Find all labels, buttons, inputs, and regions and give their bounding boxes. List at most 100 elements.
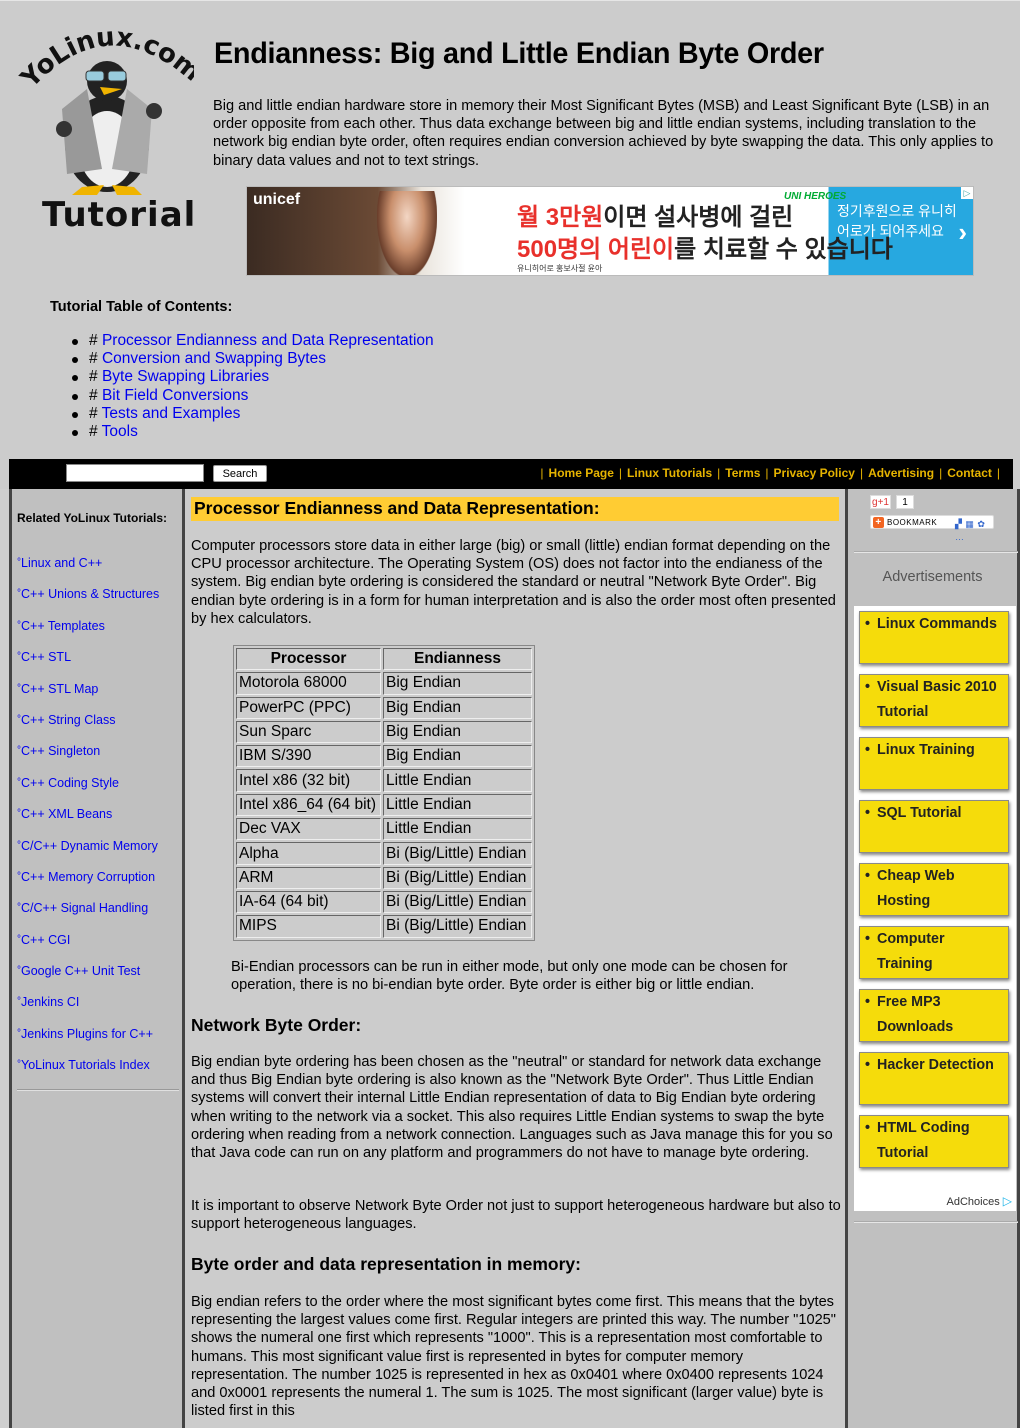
related-link[interactable]: C/C++ Dynamic Memory	[21, 839, 158, 853]
table-row: IBM S/390 Big Endian	[236, 745, 532, 768]
sidebar-divider	[854, 551, 1018, 553]
plus-icon: +	[873, 517, 884, 528]
endianness-cell: Big Endian	[383, 720, 532, 744]
sidebar-divider	[17, 1089, 179, 1091]
list-item: °C++ Unions & Structures	[17, 586, 159, 617]
ad-link[interactable]: Hacker Detection	[859, 1052, 1009, 1105]
related-link[interactable]: C++ Coding Style	[21, 776, 119, 790]
anchor-hash[interactable]: #	[89, 350, 98, 367]
related-link[interactable]: C++ CGI	[21, 933, 70, 947]
related-link[interactable]: C++ Templates	[21, 619, 105, 633]
ad-cta-text: 정기후원으로 유니히어로가 되어주세요	[837, 203, 957, 239]
ad-headline-1: 월 3만원이면 설사병에 걸린	[517, 197, 793, 232]
related-link[interactable]: C++ STL Map	[21, 682, 98, 696]
table-row: Motorola 68000 Big Endian	[236, 672, 532, 695]
bookmark-label: BOOKMARK	[887, 518, 938, 527]
list-item: °C/C++ Dynamic Memory	[17, 838, 159, 869]
related-tutorials-heading: Related YoLinux Tutorials:	[17, 511, 168, 525]
ad-link[interactable]: Free MP3 Downloads	[859, 989, 1009, 1042]
related-link[interactable]: C++ Unions & Structures	[21, 587, 159, 601]
toc-link[interactable]: Conversion and Swapping Bytes	[102, 350, 326, 367]
adchoices-icon: ▷	[1002, 1194, 1012, 1208]
anchor-hash[interactable]: #	[89, 332, 98, 349]
list-item: °C++ Coding Style	[17, 775, 159, 806]
related-link[interactable]: C++ String Class	[21, 713, 115, 727]
table-row: MIPS Bi (Big/Little) Endian	[236, 915, 532, 938]
toc-link[interactable]: Tests and Examples	[102, 405, 241, 422]
google-plus-button[interactable]: g+1	[870, 495, 891, 509]
related-link[interactable]: Jenkins CI	[21, 995, 79, 1009]
google-plus-count: 1	[896, 495, 914, 509]
table-row: PowerPC (PPC) Big Endian	[236, 696, 532, 719]
ad-headline-2-highlight: 500명의 어린이	[517, 236, 675, 263]
endianness-cell: Bi (Big/Little) Endian	[383, 842, 532, 865]
toc-item: # Processor Endianness and Data Represen…	[72, 332, 434, 350]
unicef-logo: unicef	[253, 191, 301, 208]
ad-portrait-image	[377, 191, 437, 275]
processor-cell: MIPS	[236, 915, 381, 938]
ad-info-icon[interactable]: ▷	[961, 187, 973, 199]
toc-item: # Tools	[72, 423, 434, 441]
related-link[interactable]: Google C++ Unit Test	[21, 964, 140, 978]
ad-link[interactable]: Visual Basic 2010 Tutorial	[859, 674, 1009, 727]
toc-link[interactable]: Bit Field Conversions	[102, 387, 248, 404]
yolinux-logo[interactable]: YoLinux.com Tutorial	[14, 19, 196, 235]
adchoices-label: AdChoices	[946, 1196, 1000, 1208]
related-link[interactable]: C++ Singleton	[21, 744, 100, 758]
related-link[interactable]: C++ Memory Corruption	[21, 870, 155, 884]
list-item: °C++ STL	[17, 649, 159, 680]
anchor-hash[interactable]: #	[89, 387, 98, 404]
ad-link[interactable]: Computer Training	[859, 926, 1009, 979]
nav-link-linux-tutorials[interactable]: Linux Tutorials	[627, 466, 712, 480]
nav-link-advertising[interactable]: Advertising	[868, 466, 934, 480]
toc-item: # Tests and Examples	[72, 405, 434, 423]
list-item: °YoLinux Tutorials Index	[17, 1057, 159, 1088]
nav-link-privacy-policy[interactable]: Privacy Policy	[774, 466, 855, 480]
related-link[interactable]: C++ XML Beans	[21, 807, 112, 821]
nav-link-home-page[interactable]: Home Page	[549, 466, 614, 480]
anchor-hash[interactable]: #	[89, 368, 98, 385]
ad-link[interactable]: Linux Commands	[859, 611, 1009, 664]
toc-link[interactable]: Tools	[102, 423, 138, 440]
related-link[interactable]: C++ STL	[21, 650, 71, 664]
list-item: °C++ Templates	[17, 618, 159, 649]
endianness-cell: Big Endian	[383, 672, 532, 695]
endianness-cell: Bi (Big/Little) Endian	[383, 866, 532, 889]
toc-link[interactable]: Byte Swapping Libraries	[102, 368, 269, 385]
toc-link[interactable]: Processor Endianness and Data Representa…	[102, 332, 434, 349]
table-row: Sun Sparc Big Endian	[236, 720, 532, 744]
related-link[interactable]: YoLinux Tutorials Index	[21, 1058, 150, 1072]
search-button[interactable]: Search	[213, 465, 267, 482]
page-gutter	[0, 489, 9, 1428]
bookmark-button[interactable]: + BOOKMARK ▞ ▦ ✿ …	[870, 515, 994, 542]
processor-cell: IA-64 (64 bit)	[236, 890, 381, 914]
table-row: ARM Bi (Big/Little) Endian	[236, 866, 532, 889]
list-item: °Linux and C++	[17, 555, 159, 586]
processor-cell: PowerPC (PPC)	[236, 696, 381, 719]
related-link[interactable]: Linux and C++	[21, 556, 102, 570]
nav-link-contact[interactable]: Contact	[947, 466, 992, 480]
anchor-hash[interactable]: #	[89, 405, 98, 422]
section-heading-byte-order-memory: Byte order and data representation in me…	[191, 1254, 581, 1274]
nav-separator: |	[618, 466, 623, 480]
adchoices-link[interactable]: AdChoices ▷	[947, 1194, 1013, 1208]
ad-link[interactable]: HTML Coding Tutorial	[859, 1115, 1009, 1168]
section1-paragraph: Computer processors store data in either…	[191, 538, 836, 627]
banner-ad[interactable]: unicef 월 3만원이면 설사병에 걸린 500명의 어린이를 치료할 수 …	[246, 186, 974, 276]
search-input[interactable]	[66, 464, 204, 482]
processor-cell: Motorola 68000	[236, 672, 381, 695]
table-row: IA-64 (64 bit) Bi (Big/Little) Endian	[236, 890, 532, 914]
ad-link[interactable]: Linux Training	[859, 737, 1009, 790]
page-title: Endianness: Big and Little Endian Byte O…	[214, 37, 824, 70]
ad-link[interactable]: Cheap Web Hosting	[859, 863, 1009, 916]
toc-item: # Byte Swapping Libraries	[72, 368, 434, 386]
nav-separator: |	[540, 466, 544, 480]
related-link[interactable]: C/C++ Signal Handling	[21, 901, 148, 915]
list-item: °C++ STL Map	[17, 681, 159, 712]
ad-link[interactable]: SQL Tutorial	[859, 800, 1009, 853]
related-link[interactable]: Jenkins Plugins for C++	[21, 1027, 153, 1041]
nav-link-terms[interactable]: Terms	[725, 466, 760, 480]
anchor-hash[interactable]: #	[89, 423, 98, 440]
table-row: Intel x86_64 (64 bit) Little Endian	[236, 793, 532, 817]
ad-caption: 유니히어로 홍보사절 윤아	[517, 264, 603, 273]
